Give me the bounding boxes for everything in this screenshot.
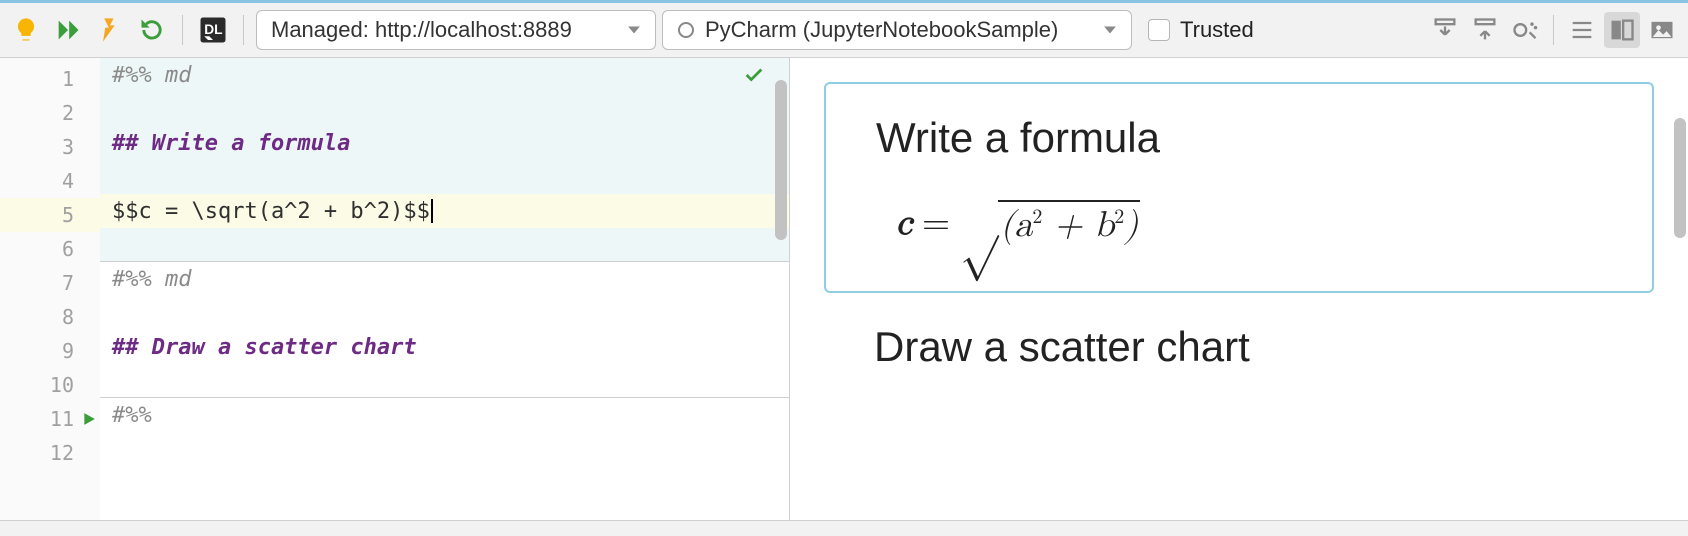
gutter-line-number[interactable]: 8 [0,300,100,334]
notebook-toolbar: DL Managed: http://localhost:8889 PyChar… [0,0,1688,58]
preview-scrollbar[interactable] [1674,118,1686,238]
run-cell-gutter-icon[interactable] [82,412,96,426]
preview-cell-active[interactable]: Write a formula c = √ (a2 + b2) [824,82,1654,293]
text-cursor [431,199,433,223]
code-line[interactable] [100,160,789,194]
main-split: 123456789101112 #%% md ## Write a formul… [0,58,1688,520]
gutter-line-number[interactable]: 12 [0,436,100,470]
upload-icon[interactable] [1467,12,1503,48]
gutter-line-number[interactable]: 1 [0,62,100,96]
code-line[interactable] [100,228,789,262]
svg-text:DL: DL [204,22,222,37]
datalore-icon[interactable]: DL [195,12,231,48]
toolbar-separator [1553,15,1554,45]
code-line[interactable] [100,296,789,330]
trusted-label: Trusted [1180,17,1254,43]
code-line[interactable]: ## Write a formula [100,126,789,160]
gutter-line-number[interactable]: 6 [0,232,100,266]
code-line[interactable] [100,364,789,398]
chevron-down-icon [627,23,641,37]
rendered-formula: c = √ (a2 + b2) [896,196,1602,251]
gutter-line-number[interactable]: 3 [0,130,100,164]
toolbar-separator [182,15,183,45]
trusted-toggle[interactable]: Trusted [1148,17,1254,43]
gutter-line-number[interactable]: 5 [0,198,100,232]
code-line[interactable]: ## Draw a scatter chart [100,330,789,364]
inspection-ok-icon [743,64,765,86]
kernel-dropdown[interactable]: PyCharm (JupyterNotebookSample) [662,10,1132,50]
kernel-dropdown-label: PyCharm (JupyterNotebookSample) [705,17,1058,43]
split-view-icon[interactable] [1604,12,1640,48]
restart-kernel-icon[interactable] [134,12,170,48]
trusted-checkbox[interactable] [1148,19,1170,41]
server-dropdown[interactable]: Managed: http://localhost:8889 [256,10,656,50]
server-dropdown-label: Managed: http://localhost:8889 [271,17,572,43]
code-line[interactable] [100,432,789,466]
gutter-line-number[interactable]: 11 [0,402,100,436]
editor-pane: 123456789101112 #%% md ## Write a formul… [0,58,790,520]
download-icon[interactable] [1427,12,1463,48]
run-cell-icon[interactable] [92,12,128,48]
editor-scrollbar[interactable] [775,80,787,240]
chevron-down-icon [1103,23,1117,37]
gutter-line-number[interactable]: 2 [0,96,100,130]
toolbar-separator [243,15,244,45]
line-gutter: 123456789101112 [0,58,100,520]
gutter-line-number[interactable]: 4 [0,164,100,198]
code-line[interactable]: #%% md [100,262,789,296]
code-line[interactable]: #%% [100,398,789,432]
status-circle-icon [677,21,695,39]
gutter-line-number[interactable]: 10 [0,368,100,402]
preview-heading: Write a formula [876,114,1602,162]
preview-heading: Draw a scatter chart [824,323,1654,371]
intentions-bulb-icon[interactable] [8,12,44,48]
gutter-line-number[interactable]: 9 [0,334,100,368]
preview-pane: Write a formula c = √ (a2 + b2) Draw a s… [790,58,1688,520]
code-area[interactable]: #%% md ## Write a formula $$c = \sqrt(a^… [100,58,789,520]
gutter-line-number[interactable]: 7 [0,266,100,300]
code-line[interactable]: #%% md [100,58,789,92]
code-only-view-icon[interactable] [1564,12,1600,48]
preview-only-view-icon[interactable] [1644,12,1680,48]
run-all-icon[interactable] [50,12,86,48]
view-settings-icon[interactable] [1507,12,1543,48]
code-line[interactable]: $$c = \sqrt(a^2 + b^2)$$ [100,194,789,228]
code-line[interactable] [100,92,789,126]
status-bar [0,520,1688,536]
